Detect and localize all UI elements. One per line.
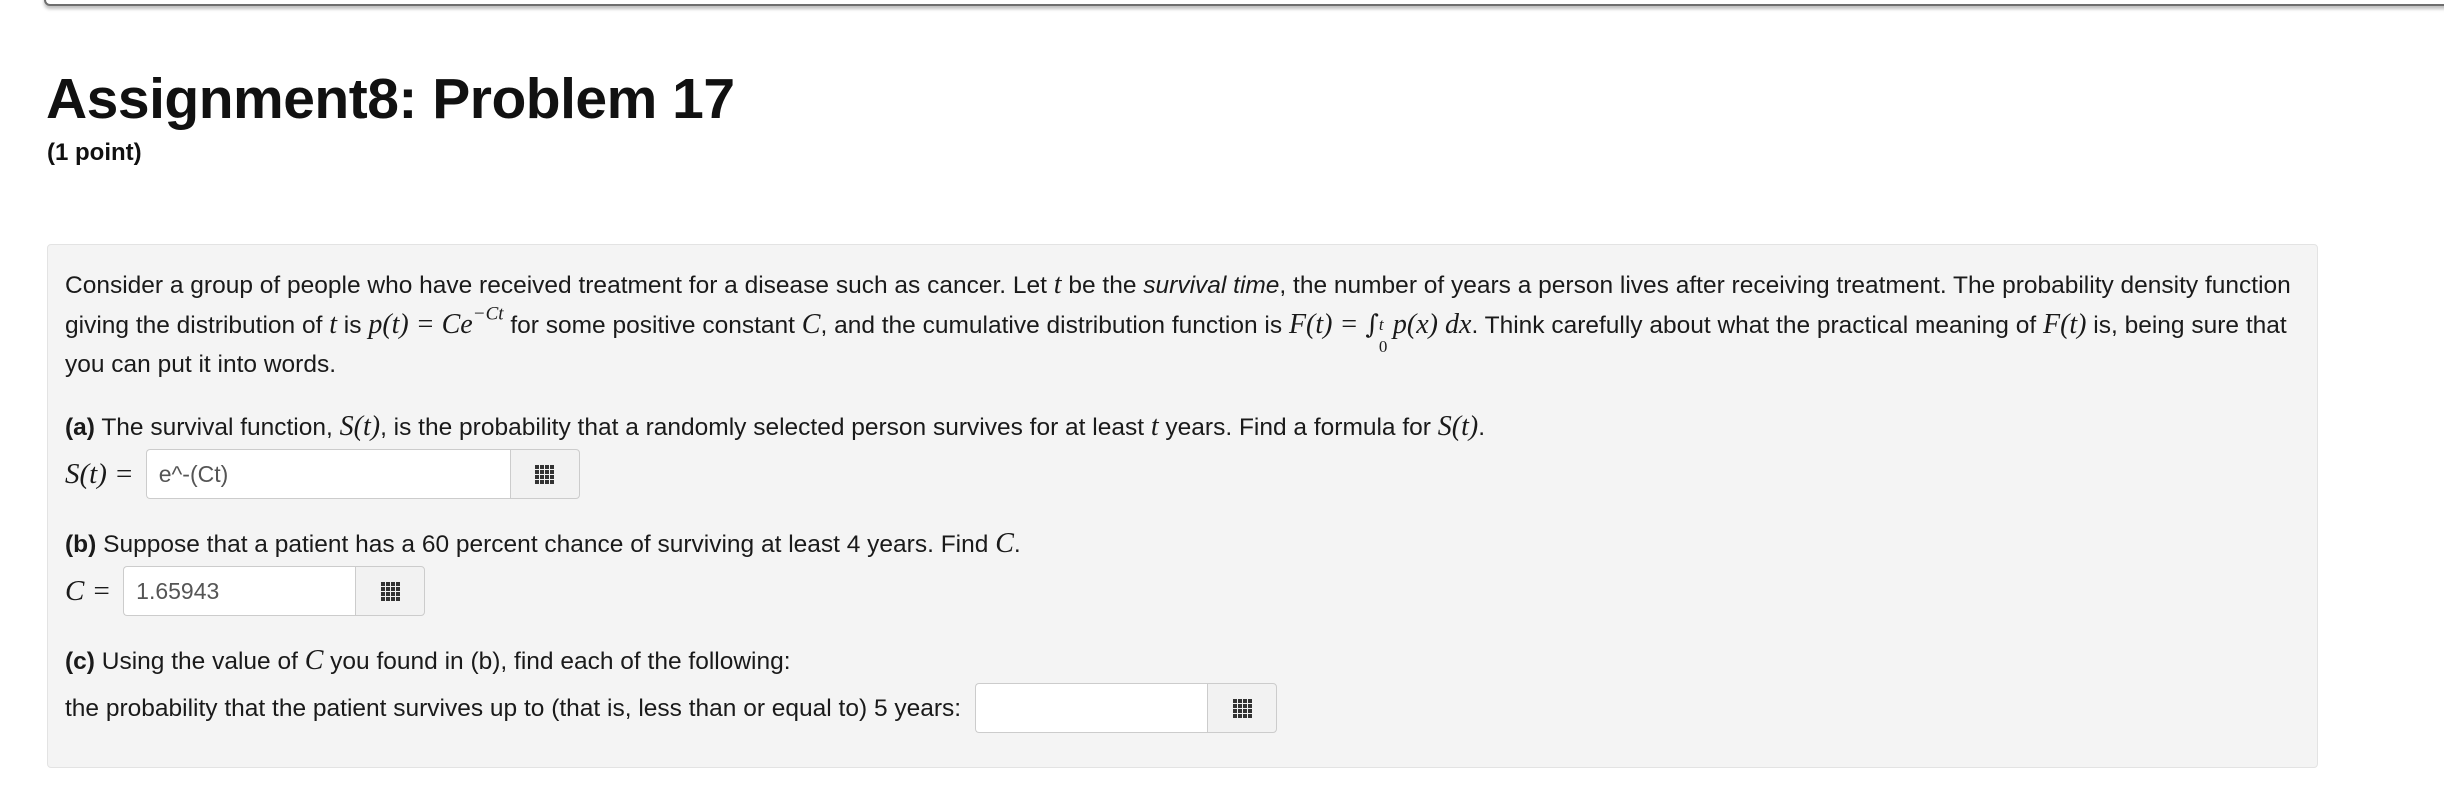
part-c-equation-palette-button[interactable] [1207, 683, 1278, 733]
cdf-name: F(t) [2042, 309, 2087, 340]
intro-text: is [337, 312, 369, 339]
problem-content: Consider a group of people who have rece… [65, 265, 2305, 735]
var-t: t [1150, 411, 1159, 442]
part-c-subquestion-label: the probability that the patient survive… [65, 694, 962, 722]
page-title: Assignment8: Problem 17 [46, 67, 735, 131]
part-a-text: , is the probability that a randomly sel… [380, 414, 1151, 441]
part-a-equation-palette-button[interactable] [509, 449, 580, 499]
grid-icon [535, 464, 555, 484]
points-label: (1 point) [47, 139, 142, 166]
part-a-answer-input[interactable] [145, 449, 510, 499]
part-a-text: . [1478, 414, 1486, 441]
cdf-formula: F(t) = [1288, 309, 1366, 340]
part-b-answer-label: C = [65, 574, 112, 607]
var-c: C [801, 309, 821, 340]
var-c: C [304, 645, 324, 676]
grid-icon [1232, 698, 1252, 718]
part-c-answer-input[interactable] [975, 683, 1208, 733]
part-b-text: Suppose that a patient has a 60 percent … [96, 531, 996, 558]
part-b-text: . [1013, 531, 1021, 558]
emphasis-survival-time: survival time [1143, 272, 1280, 299]
part-b-answer-input[interactable] [123, 566, 356, 616]
intro-text: . Think carefully about what the practic… [1471, 312, 2043, 339]
part-c-text: Using the value of [94, 648, 305, 675]
integral-sign: ∫ [1365, 310, 1379, 340]
part-c-input-group [975, 683, 1278, 733]
survival-function-name: S(t) [339, 411, 381, 442]
survival-function-name: S(t) [1437, 411, 1479, 442]
intro-text: for some positive constant [503, 312, 802, 339]
part-b-tag: (b) [65, 531, 97, 558]
top-frame-edge [44, 0, 2444, 6]
intro-text: , and the cumulative distribution functi… [820, 312, 1289, 339]
part-a-input-group [145, 449, 580, 499]
var-t: t [1053, 269, 1062, 300]
grid-icon [380, 581, 400, 601]
part-b-equation-palette-button[interactable] [355, 566, 426, 616]
density-exponent: −Ct [472, 303, 504, 325]
integrand: p(x) dx [1392, 309, 1472, 340]
part-a-text: The survival function, [94, 414, 340, 441]
part-c-answer-row: the probability that the patient survive… [65, 681, 2305, 735]
part-c-tag: (c) [65, 648, 95, 675]
var-t: t [329, 309, 337, 340]
intro-text: Consider a group of people who have rece… [65, 272, 1054, 299]
intro-text: be the [1061, 272, 1144, 299]
density-formula: p(t) = Ce [368, 309, 473, 340]
part-a-tag: (a) [65, 414, 95, 441]
problem-box: Consider a group of people who have rece… [47, 244, 2318, 768]
part-a-answer-row: S(t) = [65, 447, 2305, 501]
part-a-question: (a) The survival function, S(t), is the … [65, 407, 2305, 447]
part-c-question: (c) Using the value of C you found in (b… [65, 641, 2305, 681]
var-c: C [995, 528, 1014, 559]
part-a-text: years. Find a formula for [1158, 414, 1438, 441]
integral-lower-limit: 0 [1378, 337, 1388, 356]
part-b-question: (b) Suppose that a patient has a 60 perc… [65, 524, 2305, 564]
part-a-answer-label: S(t) = [65, 457, 134, 490]
part-c-text: you found in (b), find each of the follo… [323, 648, 791, 675]
part-b-input-group [123, 566, 426, 616]
page: Assignment8: Problem 17 (1 point) Consid… [0, 0, 2444, 798]
intro-paragraph: Consider a group of people who have rece… [65, 265, 2305, 384]
integral-limits: t0 [1379, 315, 1393, 356]
part-b-answer-row: C = [65, 564, 2305, 618]
